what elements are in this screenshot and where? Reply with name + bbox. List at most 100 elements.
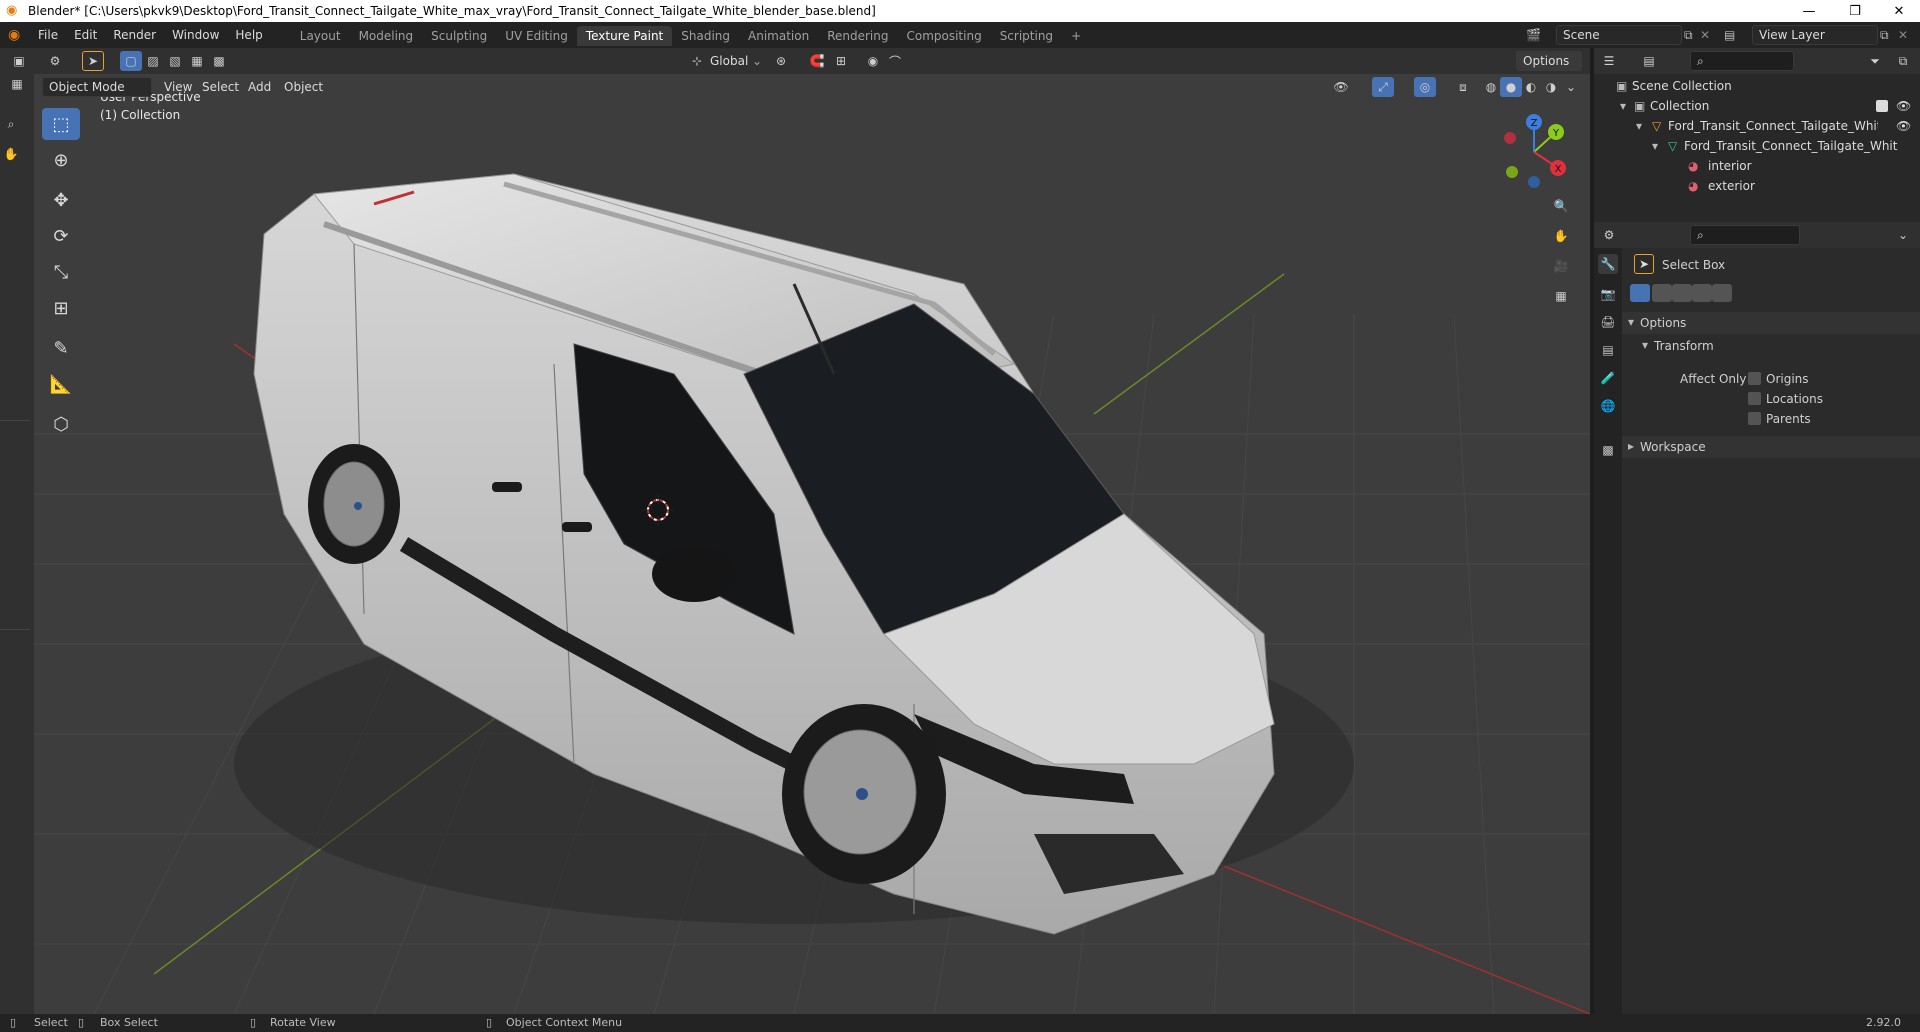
scale-tool-icon[interactable]: ⤡ [42,256,80,288]
mode-invert-icon[interactable]: ▦ [186,51,208,71]
new-collection-icon[interactable]: ⧉ [1892,51,1914,71]
tab-animation[interactable]: Animation [739,26,818,46]
filter-icon[interactable]: ⏷ [1864,51,1886,71]
view-layer-copy-icon[interactable]: ⧉ [1880,25,1896,45]
blender-menu-icon[interactable]: ◉ [8,27,30,43]
tab-shading[interactable]: Shading [672,26,739,46]
zoom-region-icon[interactable]: ⌕ [0,114,22,134]
xray-toggle-icon[interactable]: ⧈ [1452,77,1474,97]
falloff-icon[interactable]: ⌒ [884,51,906,71]
menu-view[interactable]: View [164,77,192,97]
orientation-dropdown[interactable]: Global [710,51,748,71]
tab-scripting[interactable]: Scripting [991,26,1062,46]
shading-options-chevron-icon[interactable]: ⌄ [1560,77,1582,97]
add-workspace-button[interactable]: + [1062,26,1090,46]
mode-selector[interactable]: Object Mode [42,77,152,97]
show-gizmo-icon[interactable]: ⤢ [1372,77,1394,97]
pan-hand-icon[interactable]: ✋ [0,144,22,164]
scene-copy-icon[interactable]: ⧉ [1684,25,1700,45]
transform-tool-icon[interactable]: ⊞ [42,292,80,324]
shading-wireframe-icon[interactable]: ◍ [1480,77,1502,97]
exclude-checkbox[interactable] [1876,100,1888,112]
properties-search-input[interactable]: ⌕ [1690,225,1800,245]
ortho-toggle-icon[interactable]: ▦ [1550,286,1572,306]
transform-orientation-icon[interactable]: ⊹ [686,51,708,71]
eye-icon[interactable]: 👁 [1896,116,1911,136]
select-mode-invert-icon[interactable] [1692,284,1712,302]
visibility-eye-icon[interactable]: 👁 [1330,77,1352,97]
move-tool-icon[interactable]: ✥ [42,184,80,216]
tab-compositing[interactable]: Compositing [897,26,990,46]
tab-sculpting[interactable]: Sculpting [422,26,496,46]
select-mode-intersect-icon[interactable] [1712,284,1732,302]
rotate-tool-icon[interactable]: ⟳ [42,220,80,252]
select-tool-icon[interactable]: ➤ [82,51,104,71]
outliner-row-scene-collection[interactable]: ▣ Scene Collection [1594,76,1920,96]
scene-close-icon[interactable]: ✕ [1700,25,1716,45]
locations-checkbox[interactable] [1748,392,1761,405]
close-button[interactable]: ✕ [1876,0,1920,22]
disclosure-triangle-icon[interactable]: ▾ [1636,116,1642,136]
show-overlays-icon[interactable]: ◎ [1414,77,1436,97]
select-box-tool-icon[interactable]: ⬚ [42,108,80,140]
options-panel-header[interactable]: ▾ Options [1622,312,1920,334]
scene-selector[interactable]: Scene [1556,25,1682,45]
editor-type-icon[interactable]: ▣ [8,51,30,71]
pivot-point-icon[interactable]: ⊛ [770,51,792,71]
view-layer-selector[interactable]: View Layer [1752,25,1878,45]
snap-toggle-icon[interactable]: 🧲 [806,51,828,71]
tab-uv-editing[interactable]: UV Editing [496,26,577,46]
menu-select[interactable]: Select [202,77,239,97]
menu-object[interactable]: Object [284,77,323,97]
menu-render[interactable]: Render [105,22,164,48]
tab-layout[interactable]: Layout [291,26,350,46]
view-layer-icon[interactable]: ▤ [1724,25,1750,45]
render-tab-icon[interactable]: 📷 [1598,284,1618,304]
select-mode-new-icon[interactable] [1630,284,1650,302]
view-layer-close-icon[interactable]: ✕ [1898,25,1914,45]
outliner-editor-icon[interactable]: ☰ [1598,51,1620,71]
disclosure-triangle-icon[interactable]: ▾ [1652,136,1658,156]
outliner-row-collection[interactable]: ▾ ▣ Collection 👁 [1594,96,1920,116]
mode-subtract-icon[interactable]: ▧ [164,51,186,71]
disclosure-triangle-icon[interactable]: ▾ [1620,96,1626,116]
texture-tab-icon[interactable]: ▩ [1598,440,1618,460]
pan-icon[interactable]: ✋ [1550,226,1572,246]
tool-settings-icon[interactable]: ⚙ [44,51,66,71]
origins-checkbox[interactable] [1748,372,1761,385]
mode-intersect-icon[interactable]: ▩ [208,51,230,71]
select-mode-extend-icon[interactable] [1652,284,1672,302]
editor-type-icon-left[interactable]: ▦ [6,74,28,94]
camera-view-icon[interactable]: 🎥 [1550,256,1572,276]
mode-extend-icon[interactable]: ▨ [142,51,164,71]
scene-icon[interactable]: 🎬 [1526,25,1552,45]
parents-checkbox[interactable] [1748,412,1761,425]
menu-add[interactable]: Add [248,77,271,97]
left-scroll-region[interactable] [0,420,30,630]
shading-rendered-icon[interactable]: ◑ [1540,77,1562,97]
tab-modeling[interactable]: Modeling [350,26,423,46]
tool-tab-icon[interactable]: 🔧 [1598,254,1618,274]
workspace-panel-header[interactable]: ▸ Workspace [1622,436,1920,458]
maximize-button[interactable]: ❐ [1832,0,1878,22]
eye-icon[interactable]: 👁 [1896,96,1911,116]
menu-file[interactable]: File [30,22,66,48]
display-mode-icon[interactable]: ▤ [1638,51,1660,71]
3d-viewport[interactable]: Y X Z User Perspective (1) Collection [34,74,1590,1014]
annotate-tool-icon[interactable]: ✎ [42,332,80,364]
minimize-button[interactable]: — [1786,0,1832,22]
outliner-row-material-exterior[interactable]: ◕ exterior [1594,176,1920,196]
properties-editor-icon[interactable]: ⚙ [1598,225,1620,245]
tab-rendering[interactable]: Rendering [818,26,897,46]
outliner-row-object[interactable]: ▾ ▽ Ford_Transit_Connect_Tailgate_White_… [1594,116,1920,136]
cursor-tool-icon[interactable]: ⊕ [42,144,80,176]
menu-window[interactable]: Window [164,22,227,48]
shading-solid-icon[interactable]: ● [1500,77,1522,97]
add-cube-tool-icon[interactable]: ⬡ [42,408,80,440]
output-tab-icon[interactable]: 🖨 [1598,312,1618,332]
scene-tab-icon[interactable]: 🧪 [1598,368,1618,388]
transform-subpanel-header[interactable]: ▾ Transform [1622,336,1920,356]
select-mode-subtract-icon[interactable] [1672,284,1692,302]
properties-options-chevron-icon[interactable]: ⌄ [1892,225,1914,245]
menu-help[interactable]: Help [227,22,270,48]
